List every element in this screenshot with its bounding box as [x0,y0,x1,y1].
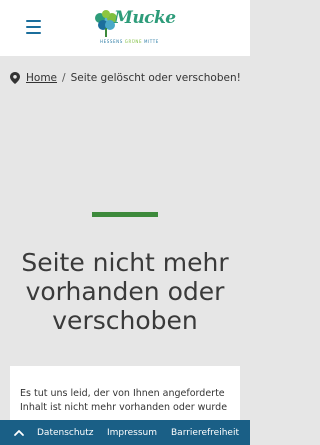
breadcrumb-separator: / [62,72,66,84]
site-logo[interactable]: Mucke HESSENS GRÜNE MITTE [90,6,176,48]
logo-wordmark: Mucke [114,8,176,28]
breadcrumb: Home / Seite gelöscht oder verschoben! [10,70,241,86]
page-title: Seite nicht mehr vorhanden oder verschob… [21,248,229,335]
menu-icon[interactable] [26,20,41,34]
footer-link-impressum[interactable]: Impressum [107,428,157,438]
decorative-divider [92,212,158,217]
back-to-top-chevron-up-icon[interactable] [12,426,26,440]
logo-tagline: HESSENS GRÜNE MITTE [100,39,159,44]
site-header: Mucke HESSENS GRÜNE MITTE [0,0,250,56]
breadcrumb-current: Seite gelöscht oder verschoben! [70,72,241,84]
body-text: Es tut uns leid, der von Ihnen angeforde… [20,388,228,413]
location-pin-icon [10,72,20,84]
footer-bar: Datenschutz Impressum Barrierefreiheit [0,420,250,445]
breadcrumb-home-link[interactable]: Home [26,72,57,84]
footer-link-datenschutz[interactable]: Datenschutz [37,428,94,438]
footer-link-barrierefreiheit[interactable]: Barrierefreiheit [171,428,239,438]
